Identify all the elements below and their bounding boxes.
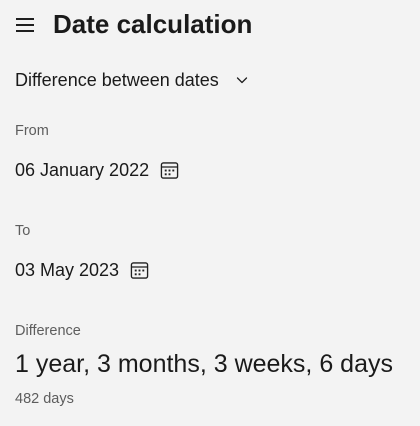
difference-days: 482 days (15, 391, 74, 407)
from-date-value: 06 January 2022 (15, 160, 150, 180)
difference-result: 1 year, 3 months, 3 weeks, 6 days (15, 350, 393, 378)
to-label: To (15, 223, 31, 239)
calculation-mode-label: Difference between dates (15, 70, 219, 90)
to-date-picker[interactable]: 03 May 2023 (15, 256, 149, 284)
to-date-value: 03 May 2023 (15, 260, 120, 280)
difference-label: Difference (15, 323, 81, 339)
calculation-mode-dropdown[interactable]: Difference between dates (15, 66, 248, 94)
page-title: Date calculation (53, 9, 253, 39)
from-date-picker[interactable]: 06 January 2022 (15, 156, 179, 184)
calendar-icon (160, 161, 179, 179)
from-label: From (15, 123, 49, 139)
calendar-icon (130, 261, 149, 279)
chevron-down-icon (236, 77, 247, 84)
hamburger-menu-icon[interactable] (16, 17, 34, 32)
